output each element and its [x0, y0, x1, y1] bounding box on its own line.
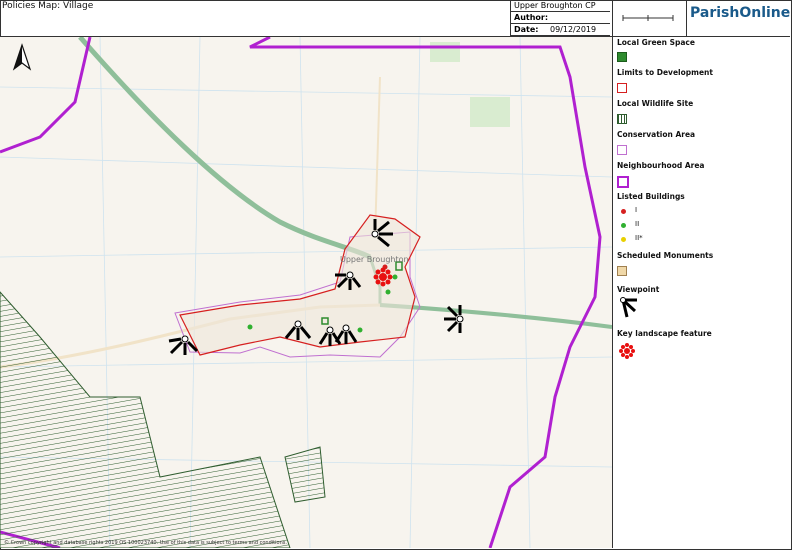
- date-label: Date:: [514, 25, 539, 34]
- place-label: Upper Broughton: [340, 255, 409, 264]
- lane: [374, 76, 381, 238]
- legend-label-green-space: Local Green Space: [617, 38, 695, 47]
- parish-row: Upper Broughton CP: [510, 0, 610, 12]
- legend-grade-2: II: [635, 220, 640, 228]
- legend-label-landscape: Key landscape feature: [617, 329, 712, 338]
- map-svg: Upper Broughton: [0, 37, 612, 548]
- legend-swatch-neighbourhood: [617, 176, 629, 188]
- map-header: Policies Map: Village Upper Broughton CP…: [0, 0, 790, 37]
- key-landscape-feature[interactable]: [373, 267, 393, 287]
- date-value: 09/12/2019: [550, 25, 597, 34]
- legend-swatch-conservation: [617, 145, 627, 155]
- legend-dot-grade-2star: [621, 237, 626, 242]
- scale-bar-box: [612, 0, 687, 36]
- legend-label-wildlife: Local Wildlife Site: [617, 99, 694, 108]
- scale-bar: [622, 15, 674, 21]
- legend-swatch-monuments: [617, 266, 627, 276]
- listed-building-marker[interactable]: [247, 324, 253, 330]
- parish-name: Upper Broughton CP: [514, 1, 596, 10]
- legend-landscape-icon: [619, 343, 635, 359]
- legend-panel: Local Green Space Limits to Development …: [612, 37, 791, 548]
- legend-label-conservation: Conservation Area: [617, 130, 696, 139]
- legend-viewpoint-icon: [620, 297, 637, 318]
- parish-online-logo: ParishOnline: [690, 5, 791, 21]
- legend-grade-1: I: [635, 206, 638, 214]
- north-arrow-icon: [12, 43, 32, 71]
- map-canvas[interactable]: Upper Broughton © Crown copyright and da…: [0, 37, 612, 548]
- legend-swatch-wildlife: [617, 114, 627, 124]
- road-a: [78, 37, 372, 260]
- neighbourhood-boundary: [0, 37, 92, 154]
- legend-swatch-green-space: [617, 52, 627, 62]
- woodland: [430, 42, 460, 62]
- legend-label-neighbourhood: Neighbourhood Area: [617, 161, 705, 170]
- listed-building-marker[interactable]: [385, 289, 391, 295]
- legend-label-limits: Limits to Development: [617, 68, 713, 77]
- listed-building-marker[interactable]: [357, 327, 363, 333]
- date-row: Date: 09/12/2019: [510, 24, 610, 36]
- map-title: Policies Map: Village: [2, 1, 94, 11]
- legend-dot-grade-2: [621, 223, 626, 228]
- legend-label-viewpoint: Viewpoint: [617, 285, 660, 294]
- legend-grade-2star: II*: [635, 234, 643, 242]
- legend-label-monuments: Scheduled Monuments: [617, 251, 714, 260]
- woodland: [470, 97, 510, 127]
- wildlife-site: [284, 446, 326, 503]
- legend-swatch-limits: [617, 83, 627, 93]
- legend-label-listed: Listed Buildings: [617, 192, 685, 201]
- author-row: Author:: [510, 12, 610, 24]
- listed-building-marker[interactable]: [392, 274, 398, 280]
- copyright-notice: © Crown copyright and database rights 20…: [4, 540, 287, 546]
- legend-dot-grade-1: [621, 209, 626, 214]
- author-label: Author:: [514, 13, 549, 22]
